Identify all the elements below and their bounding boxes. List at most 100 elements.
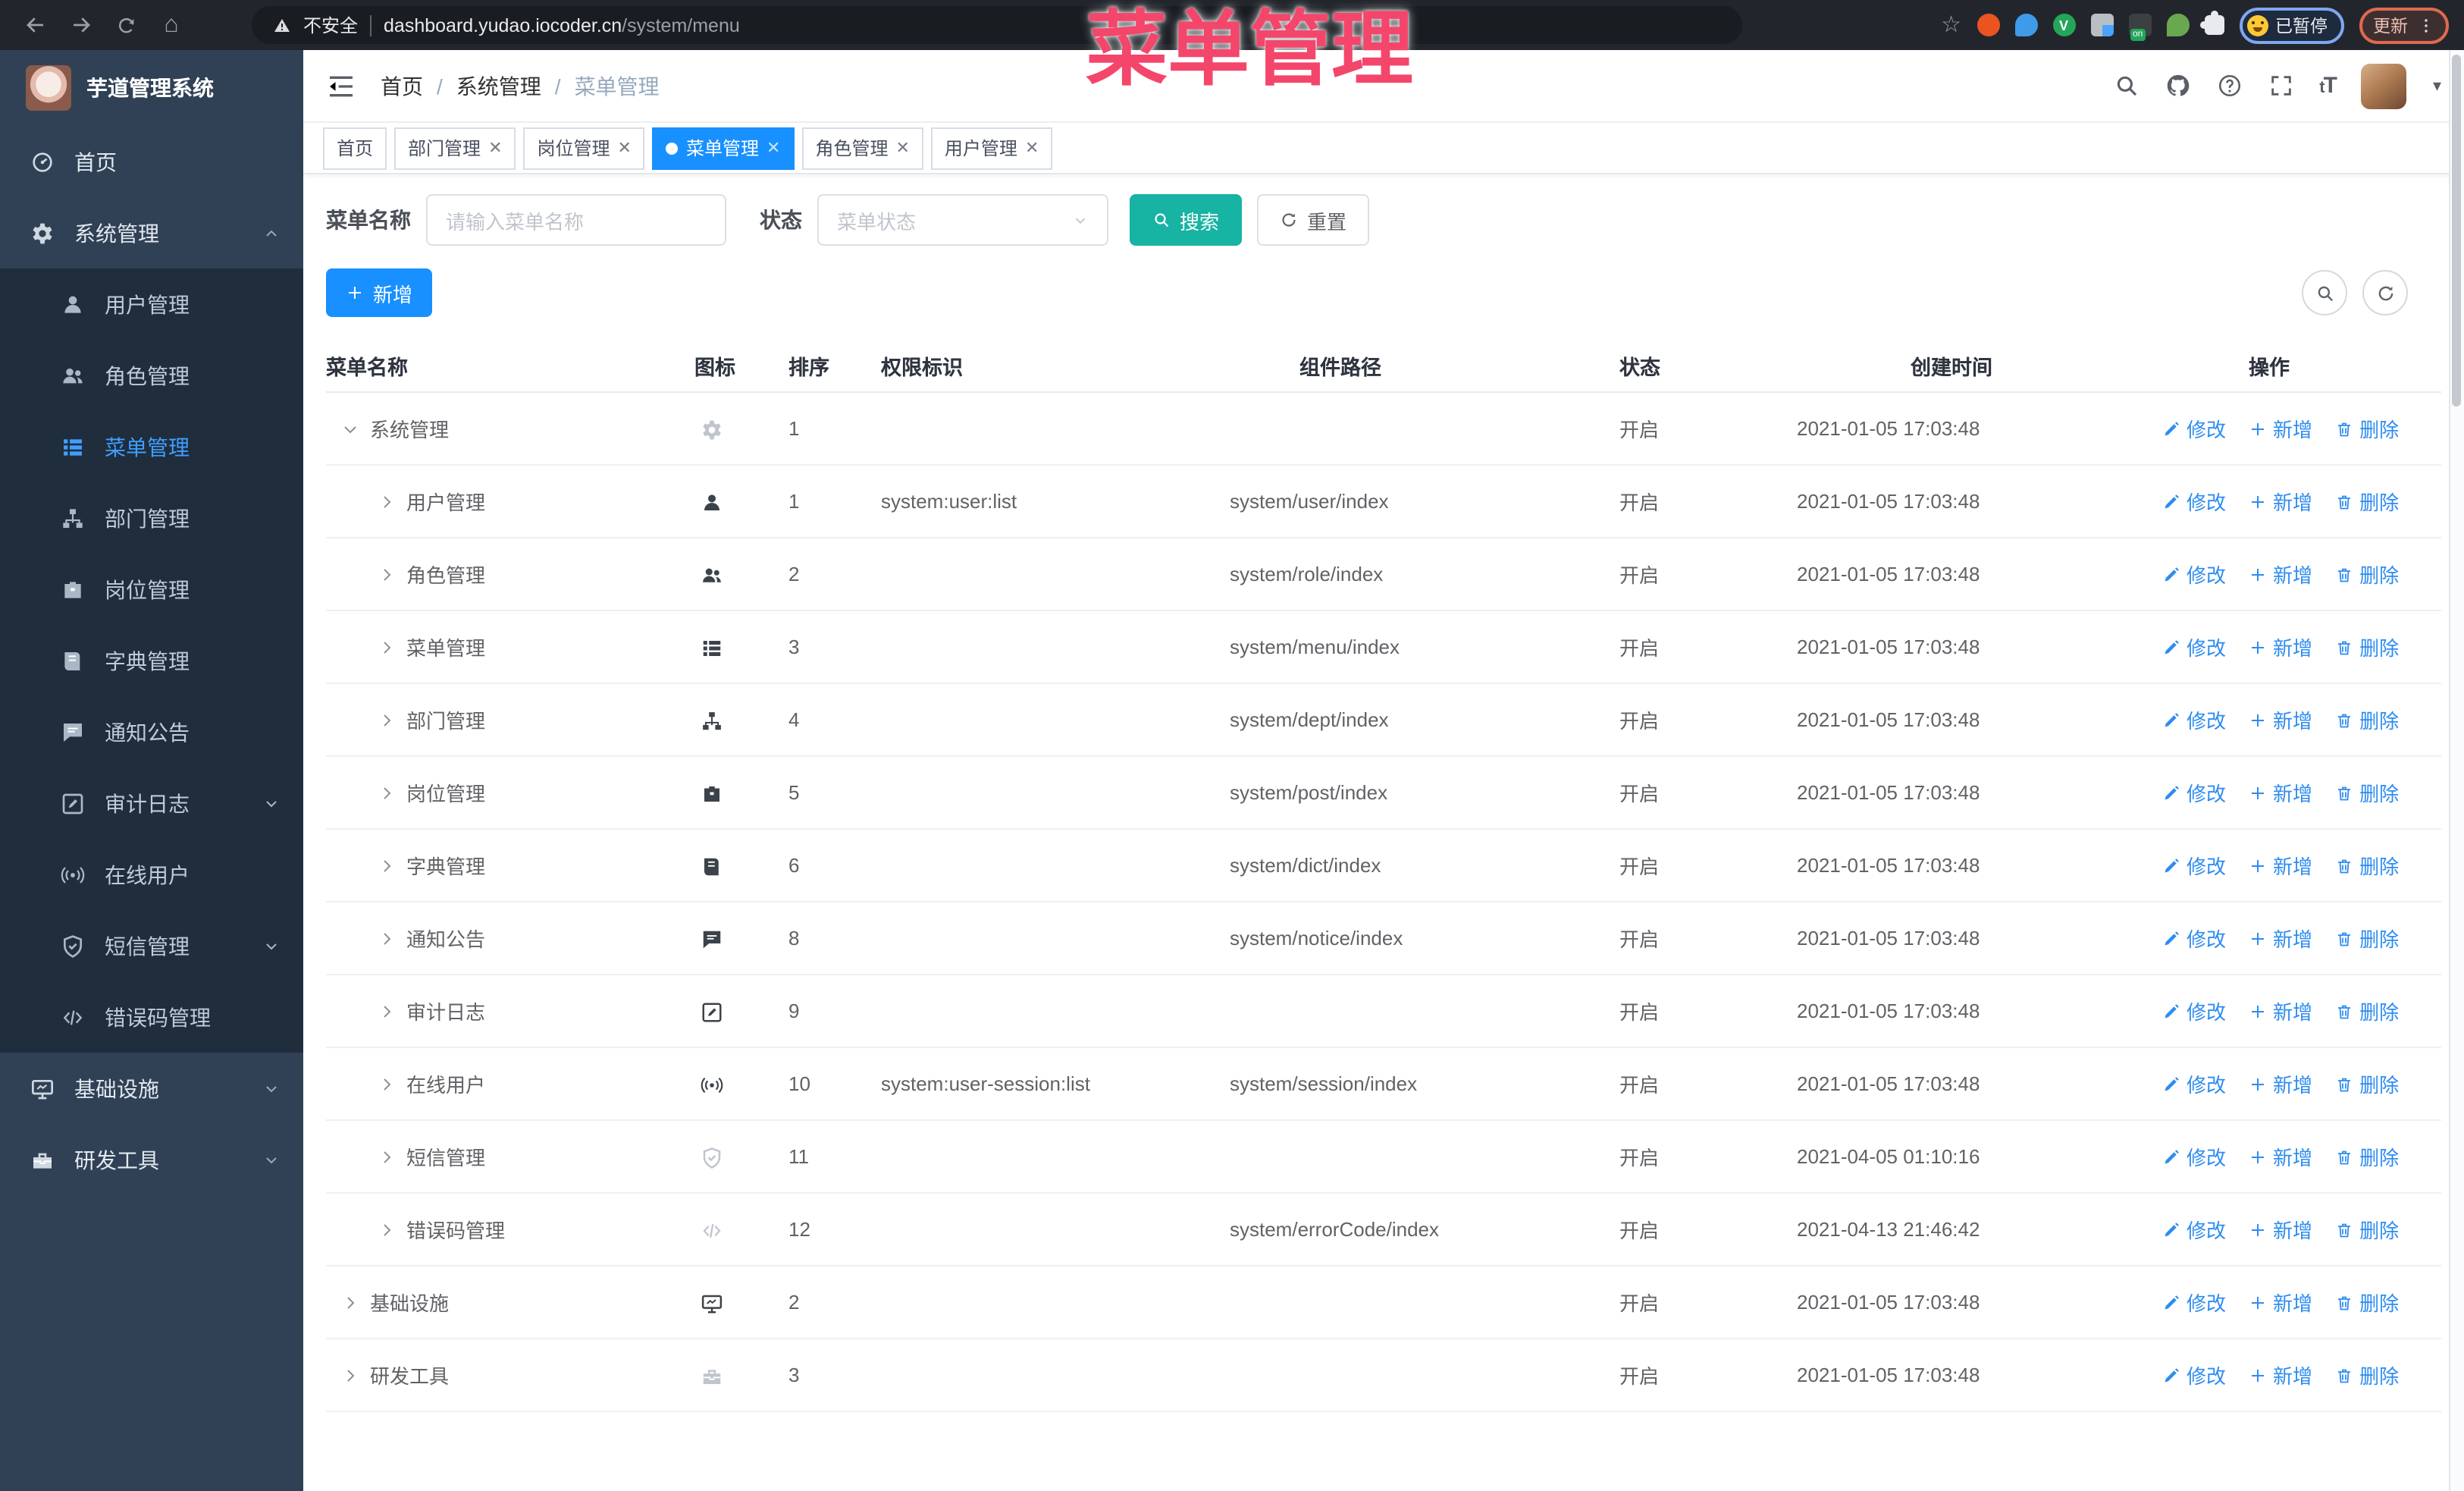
- op-trash-link[interactable]: 删除: [2335, 705, 2399, 734]
- op-trash-link[interactable]: 删除: [2335, 632, 2399, 661]
- sidebar-item-tree[interactable]: 部门管理: [0, 482, 303, 554]
- tree-caret-icon[interactable]: [341, 419, 359, 438]
- op-pen-link[interactable]: 修改: [2162, 1288, 2226, 1317]
- extension-icon[interactable]: [1977, 14, 1999, 36]
- op-trash-link[interactable]: 删除: [2335, 1142, 2399, 1171]
- op-pen-link[interactable]: 修改: [2162, 1215, 2226, 1244]
- close-icon[interactable]: ✕: [488, 138, 502, 158]
- op-pen-link[interactable]: 修改: [2162, 851, 2226, 880]
- extension-icon[interactable]: [2014, 14, 2037, 36]
- sidebar-item-user[interactable]: 用户管理: [0, 268, 303, 340]
- user-avatar[interactable]: [2361, 63, 2407, 108]
- extension-icon[interactable]: [2090, 14, 2113, 36]
- refresh-table-button[interactable]: [2362, 270, 2408, 315]
- github-icon[interactable]: [2165, 73, 2190, 99]
- op-plus-link[interactable]: 新增: [2249, 487, 2312, 516]
- tree-caret-icon[interactable]: [378, 1220, 396, 1238]
- toggle-search-button[interactable]: [2302, 270, 2347, 315]
- sidebar-item-edit[interactable]: 审计日志: [0, 767, 303, 839]
- tree-caret-icon[interactable]: [378, 1002, 396, 1020]
- op-pen-link[interactable]: 修改: [2162, 560, 2226, 589]
- op-plus-link[interactable]: 新增: [2249, 924, 2312, 953]
- browser-update-button[interactable]: 更新: [2359, 7, 2449, 43]
- page-scrollbar[interactable]: [2449, 50, 2464, 1491]
- sidebar-item-monitor[interactable]: 基础设施: [0, 1053, 303, 1124]
- sidebar-item-online[interactable]: 在线用户: [0, 839, 303, 910]
- op-trash-link[interactable]: 删除: [2335, 1361, 2399, 1389]
- sidebar-item-message[interactable]: 通知公告: [0, 696, 303, 767]
- tree-caret-icon[interactable]: [378, 1075, 396, 1093]
- breadcrumb-system[interactable]: 系统管理: [456, 71, 541, 101]
- op-plus-link[interactable]: 新增: [2249, 1361, 2312, 1389]
- op-pen-link[interactable]: 修改: [2162, 1361, 2226, 1389]
- kebab-menu-icon[interactable]: [2417, 16, 2435, 34]
- op-plus-link[interactable]: 新增: [2249, 778, 2312, 807]
- extension-icon[interactable]: V: [2052, 14, 2075, 36]
- op-trash-link[interactable]: 删除: [2335, 560, 2399, 589]
- op-pen-link[interactable]: 修改: [2162, 1069, 2226, 1098]
- tree-caret-icon[interactable]: [378, 1147, 396, 1166]
- sidebar-item-toolbox[interactable]: 研发工具: [0, 1124, 303, 1195]
- scrollbar-thumb[interactable]: [2452, 55, 2461, 406]
- op-plus-link[interactable]: 新增: [2249, 1288, 2312, 1317]
- tab-首页[interactable]: 首页: [323, 127, 387, 169]
- address-bar[interactable]: 不安全 dashboard.yudao.iocoder.cn/system/me…: [252, 6, 1742, 44]
- op-plus-link[interactable]: 新增: [2249, 1215, 2312, 1244]
- op-pen-link[interactable]: 修改: [2162, 997, 2226, 1025]
- tab-菜单管理[interactable]: 菜单管理 ✕: [652, 127, 795, 169]
- op-plus-link[interactable]: 新增: [2249, 997, 2312, 1025]
- sidebar-item-users[interactable]: 角色管理: [0, 340, 303, 411]
- search-icon[interactable]: [2113, 73, 2139, 99]
- op-plus-link[interactable]: 新增: [2249, 560, 2312, 589]
- op-plus-link[interactable]: 新增: [2249, 632, 2312, 661]
- browser-reload-button[interactable]: [106, 5, 146, 45]
- sidebar-item-shield[interactable]: 短信管理: [0, 910, 303, 981]
- extension-icon[interactable]: [2166, 14, 2189, 36]
- op-trash-link[interactable]: 删除: [2335, 1069, 2399, 1098]
- op-pen-link[interactable]: 修改: [2162, 414, 2226, 443]
- browser-home-button[interactable]: ⌂: [152, 5, 191, 45]
- tree-caret-icon[interactable]: [378, 783, 396, 802]
- extension-icon[interactable]: on: [2128, 14, 2151, 41]
- op-pen-link[interactable]: 修改: [2162, 632, 2226, 661]
- fullscreen-icon[interactable]: [2268, 73, 2293, 99]
- op-pen-link[interactable]: 修改: [2162, 487, 2226, 516]
- op-trash-link[interactable]: 删除: [2335, 778, 2399, 807]
- op-plus-link[interactable]: 新增: [2249, 851, 2312, 880]
- bookmark-star-icon[interactable]: ☆: [1941, 14, 1961, 36]
- tree-caret-icon[interactable]: [378, 565, 396, 583]
- sidebar-item-menu[interactable]: 菜单管理: [0, 411, 303, 482]
- tab-部门管理[interactable]: 部门管理 ✕: [394, 127, 516, 169]
- op-pen-link[interactable]: 修改: [2162, 705, 2226, 734]
- sidebar-item-gear[interactable]: 系统管理: [0, 197, 303, 268]
- menu-name-input[interactable]: 请输入菜单名称: [426, 194, 726, 246]
- op-plus-link[interactable]: 新增: [2249, 414, 2312, 443]
- close-icon[interactable]: ✕: [1025, 138, 1039, 158]
- op-pen-link[interactable]: 修改: [2162, 924, 2226, 953]
- tree-caret-icon[interactable]: [341, 1293, 359, 1311]
- help-icon[interactable]: [2216, 73, 2242, 99]
- sidebar-item-dashboard[interactable]: 首页: [0, 126, 303, 197]
- op-trash-link[interactable]: 删除: [2335, 1215, 2399, 1244]
- tree-caret-icon[interactable]: [378, 711, 396, 729]
- app-logo-row[interactable]: 芋道管理系统: [0, 50, 303, 126]
- close-icon[interactable]: ✕: [766, 138, 780, 158]
- chevron-down-icon[interactable]: ▾: [2433, 76, 2441, 96]
- sidebar-item-badge[interactable]: 岗位管理: [0, 554, 303, 625]
- tree-caret-icon[interactable]: [378, 492, 396, 510]
- tree-caret-icon[interactable]: [341, 1366, 359, 1384]
- tree-caret-icon[interactable]: [378, 929, 396, 947]
- sidebar-item-code[interactable]: 错误码管理: [0, 981, 303, 1053]
- close-icon[interactable]: ✕: [895, 138, 909, 158]
- extensions-puzzle-icon[interactable]: [2199, 11, 2224, 35]
- op-trash-link[interactable]: 删除: [2335, 1288, 2399, 1317]
- search-button[interactable]: 搜索: [1130, 194, 1243, 246]
- reset-button[interactable]: 重置: [1257, 194, 1370, 246]
- sidebar-item-book[interactable]: 字典管理: [0, 625, 303, 696]
- tree-caret-icon[interactable]: [378, 856, 396, 874]
- tree-caret-icon[interactable]: [378, 638, 396, 656]
- op-trash-link[interactable]: 删除: [2335, 997, 2399, 1025]
- url-text[interactable]: dashboard.yudao.iocoder.cn/system/menu: [384, 14, 740, 36]
- op-trash-link[interactable]: 删除: [2335, 487, 2399, 516]
- tab-岗位管理[interactable]: 岗位管理 ✕: [523, 127, 645, 169]
